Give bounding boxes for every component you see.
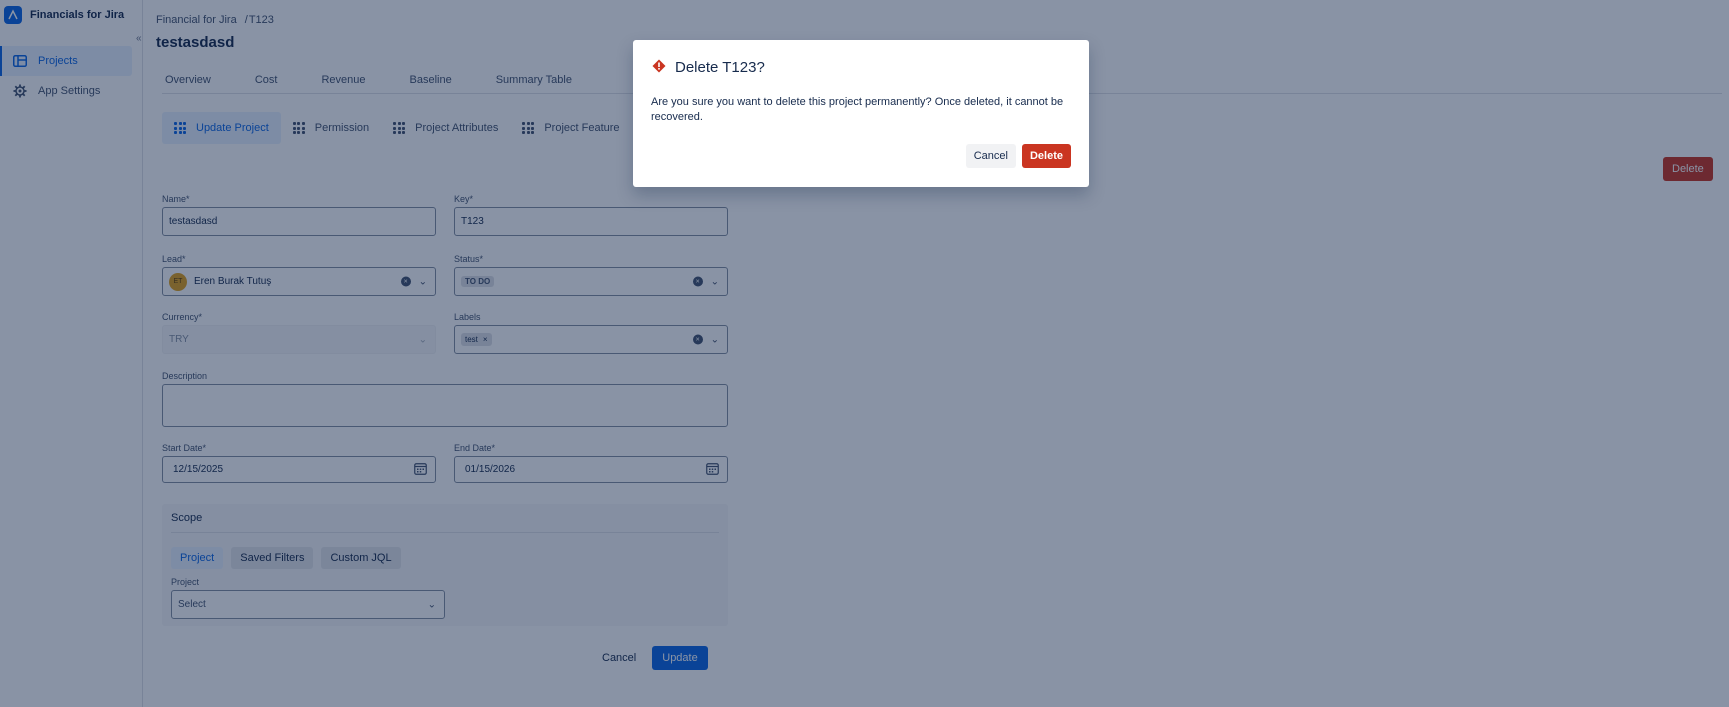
delete-confirm-dialog: Delete T123? Are you sure you want to de… xyxy=(633,40,1089,187)
dialog-title: Delete T123? xyxy=(675,59,765,76)
dialog-delete-button[interactable]: Delete xyxy=(1021,144,1071,168)
dialog-actions: Cancel Delete xyxy=(965,144,1071,168)
dialog-body: Are you sure you want to delete this pro… xyxy=(651,96,1064,123)
dialog-cancel-button[interactable]: Cancel xyxy=(965,144,1016,168)
error-icon xyxy=(651,58,667,77)
dialog-header: Delete T123? xyxy=(651,58,1071,77)
